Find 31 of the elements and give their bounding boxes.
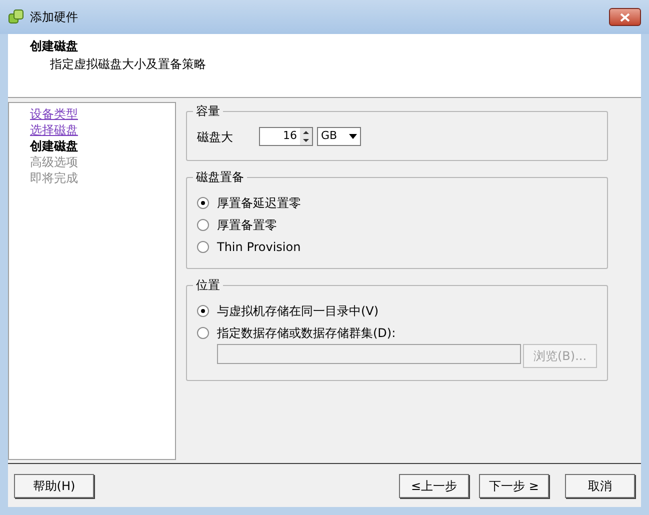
sidebar-item[interactable]: 设备类型 — [30, 106, 78, 122]
group-title: 位置 — [193, 277, 223, 293]
header-subtitle: 指定虚拟磁盘大小及置备策略 — [49, 56, 207, 73]
hardware-icon — [8, 9, 24, 25]
dialog-button[interactable]: 帮助(H) — [14, 474, 94, 498]
header-title: 创建磁盘 — [30, 38, 79, 55]
radio-button[interactable] — [197, 197, 209, 209]
dialog-button[interactable]: 取消 — [565, 474, 635, 498]
sidebar-item[interactable]: 选择磁盘 — [30, 122, 78, 138]
radio-button[interactable] — [197, 219, 209, 231]
dialog-button[interactable]: 下一步 ≥ — [479, 474, 549, 498]
size-spinner[interactable]: 16 — [259, 127, 313, 146]
window-title: 添加硬件 — [30, 9, 78, 26]
radio-label: 厚置备延迟置零 — [217, 195, 301, 212]
radio-button[interactable] — [197, 305, 209, 317]
unit-dropdown[interactable]: GB — [317, 127, 361, 146]
spinner-arrows-icon — [300, 128, 312, 145]
radio-label: 指定数据存储或数据存储群集(D): — [217, 325, 396, 342]
dialog-button[interactable]: ≤上一步 — [399, 474, 469, 498]
close-icon — [620, 12, 630, 22]
sidebar-item[interactable]: 创建磁盘 — [30, 138, 78, 154]
radio-label: Thin Provision — [217, 239, 301, 256]
close-button[interactable] — [609, 8, 641, 26]
radio-button[interactable] — [197, 241, 209, 253]
group-title: 磁盘置备 — [193, 169, 247, 185]
field-label: 磁盘大 — [197, 128, 234, 146]
radio-button[interactable] — [197, 327, 209, 339]
group-title: 容量 — [193, 103, 223, 119]
radio-label: 厚置备置零 — [217, 217, 277, 234]
radio-label: 与虚拟机存储在同一目录中(V) — [217, 303, 379, 320]
dropdown-arrow-icon — [349, 134, 357, 139]
